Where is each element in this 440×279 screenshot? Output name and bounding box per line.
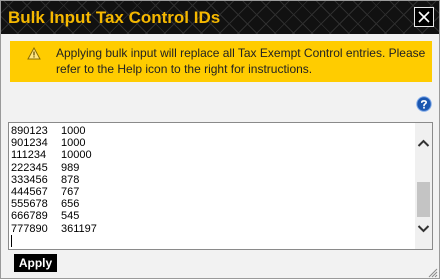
close-button[interactable] [414, 7, 434, 27]
warning-icon [27, 47, 41, 60]
text-caret [11, 234, 12, 247]
textarea-line: 333456 878 [11, 174, 411, 186]
chevron-up-icon[interactable] [415, 133, 432, 153]
help-icon[interactable] [416, 96, 432, 112]
dialog-title: Bulk Input Tax Control IDs [8, 8, 221, 27]
control-id: 111234 [11, 149, 47, 162]
warning-banner: Applying bulk input will replace all Tax… [10, 41, 432, 82]
apply-button[interactable]: Apply [14, 254, 57, 272]
chevron-down-icon[interactable] [415, 219, 432, 239]
textarea-content[interactable]: 890123 1000 901234 1000 111234 10000 222345 989… [11, 125, 411, 247]
control-id: 444567 [11, 185, 48, 198]
textarea-line: 111234 10000 [11, 149, 411, 161]
textarea-line: 555678 656 [11, 198, 411, 210]
control-id: 666789 [11, 210, 48, 223]
textarea-line: 777890 361197 [11, 223, 411, 235]
bulk-input-dialog: Bulk Input Tax Control IDs Applying bulk… [0, 0, 440, 279]
close-icon [418, 11, 430, 23]
control-amount: 878 [61, 173, 80, 186]
control-amount: 10000 [61, 149, 92, 162]
control-id: 555678 [11, 198, 48, 211]
control-id: 901234 [11, 137, 48, 150]
control-amount: 361197 [61, 222, 97, 235]
control-amount: 1000 [61, 137, 86, 150]
textarea-line: 890123 1000 [11, 125, 411, 137]
scroll-thumb[interactable] [417, 182, 430, 217]
resize-grip-icon[interactable] [427, 267, 438, 278]
vertical-scrollbar[interactable] [415, 123, 432, 249]
textarea-line: 901234 1000 [11, 137, 411, 149]
control-amount: 656 [61, 198, 80, 211]
control-id: 890123 [11, 125, 48, 137]
control-id: 333456 [11, 173, 48, 186]
control-amount: 545 [61, 210, 80, 223]
control-id: 777890 [11, 222, 48, 235]
warning-message: Applying bulk input will replace all Tax… [56, 46, 426, 76]
control-amount: 767 [61, 185, 80, 198]
bulk-input-textarea[interactable]: 890123 1000 901234 1000 111234 10000 222345 989… [8, 122, 433, 250]
control-amount: 989 [61, 161, 80, 174]
dialog-titlebar: Bulk Input Tax Control IDs [1, 1, 439, 34]
control-id: 222345 [11, 161, 48, 174]
control-amount: 1000 [61, 125, 86, 137]
textarea-line: 444567 767 [11, 186, 411, 198]
textarea-line: 222345 989 [11, 162, 411, 174]
textarea-line: 666789 545 [11, 210, 411, 222]
